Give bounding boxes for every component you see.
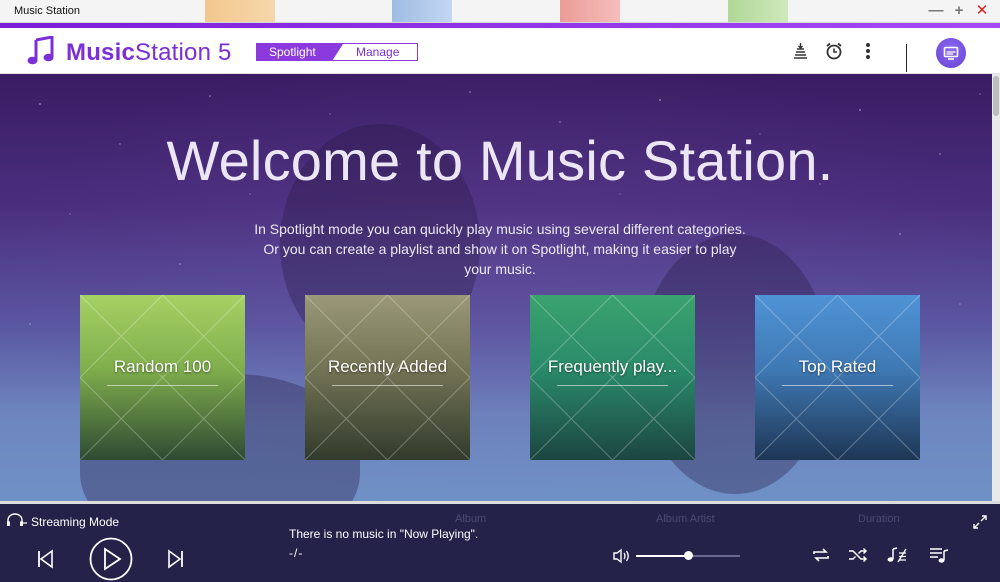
- background-thumbnail: [392, 0, 452, 22]
- scrollbar-thumb[interactable]: [993, 76, 999, 116]
- card-top-rated[interactable]: Top Rated: [755, 295, 920, 460]
- lyrics-icon[interactable]: [886, 546, 908, 564]
- card-label: Random 100: [113, 357, 212, 376]
- card-diamond-pattern: [80, 295, 245, 460]
- ghost-column-album-artist: Album Artist: [656, 513, 715, 525]
- welcome-description: In Spotlight mode you can quickly play m…: [254, 221, 746, 277]
- card-random-100[interactable]: Random 100: [80, 295, 245, 460]
- welcome-title: Welcome to Music Station.: [166, 129, 834, 192]
- card-diamond-pattern: [530, 295, 695, 460]
- background-thumbnail: [205, 0, 275, 22]
- card-diamond-pattern: [755, 295, 920, 460]
- cast-button[interactable]: [936, 38, 966, 68]
- expand-player-icon[interactable]: [972, 514, 988, 530]
- play-icon: [104, 547, 122, 571]
- shuffle-icon[interactable]: [847, 546, 869, 564]
- app-logo-text: MusicStation 5: [66, 39, 232, 67]
- playlist-icon[interactable]: [928, 546, 950, 564]
- previous-track-icon[interactable]: [36, 549, 54, 569]
- ghost-column-duration: Duration: [858, 513, 900, 525]
- card-label: Recently Added: [327, 357, 448, 376]
- queue-icon[interactable]: [790, 41, 810, 61]
- card-diamond-pattern: [305, 295, 470, 460]
- player-bar: Album Album Artist Duration Streaming Mo…: [0, 501, 1000, 582]
- streaming-mode-label[interactable]: Streaming Mode: [31, 515, 119, 529]
- card-underline: [332, 385, 443, 386]
- card-label: Top Rated: [798, 357, 877, 376]
- headphones-icon: [7, 513, 27, 526]
- play-button[interactable]: [89, 537, 133, 581]
- header-divider: [906, 44, 907, 72]
- mode-tabs: Spotlight Manage: [256, 43, 418, 61]
- volume-slider-fill: [636, 555, 688, 557]
- music-station-window: Music Station — + ✕ MusicStation 5 Spotl…: [0, 0, 1000, 582]
- card-label: Frequently play...: [547, 357, 678, 376]
- now-playing-text: There is no music in "Now Playing".: [289, 527, 479, 541]
- background-thumbnail: [728, 0, 788, 22]
- tab-spotlight[interactable]: Spotlight: [257, 44, 343, 60]
- volume-icon[interactable]: [612, 548, 632, 564]
- time-readout: -/-: [289, 546, 304, 560]
- volume-slider-knob[interactable]: [683, 551, 693, 560]
- card-underline: [557, 385, 668, 386]
- card-frequently-played[interactable]: Frequently play...: [530, 295, 695, 460]
- repeat-icon[interactable]: [810, 546, 832, 564]
- more-vertical-icon[interactable]: [858, 41, 878, 61]
- window-titlebar: Music Station — + ✕: [0, 0, 1000, 23]
- alarm-icon[interactable]: [824, 41, 844, 61]
- ghost-column-album: Album: [455, 513, 487, 525]
- maximize-icon[interactable]: +: [950, 3, 968, 19]
- close-icon[interactable]: ✕: [973, 3, 991, 19]
- next-track-icon[interactable]: [167, 549, 185, 569]
- card-underline: [782, 385, 893, 386]
- background-thumbnail: [560, 0, 620, 22]
- tab-manage[interactable]: Manage: [343, 44, 417, 60]
- spotlight-hero: Welcome to Music Station. In Spotlight m…: [0, 74, 1000, 501]
- logo-bold: Music: [66, 39, 136, 66]
- card-underline: [107, 385, 218, 386]
- logo-rest: Station 5: [135, 39, 232, 66]
- music-note-logo-icon: [27, 36, 54, 65]
- card-recently-added[interactable]: Recently Added: [305, 295, 470, 460]
- app-header: MusicStation 5 Spotlight Manage: [0, 28, 1000, 74]
- cast-icon: [943, 46, 959, 60]
- window-title: Music Station: [14, 5, 81, 17]
- minimize-icon[interactable]: —: [927, 3, 945, 19]
